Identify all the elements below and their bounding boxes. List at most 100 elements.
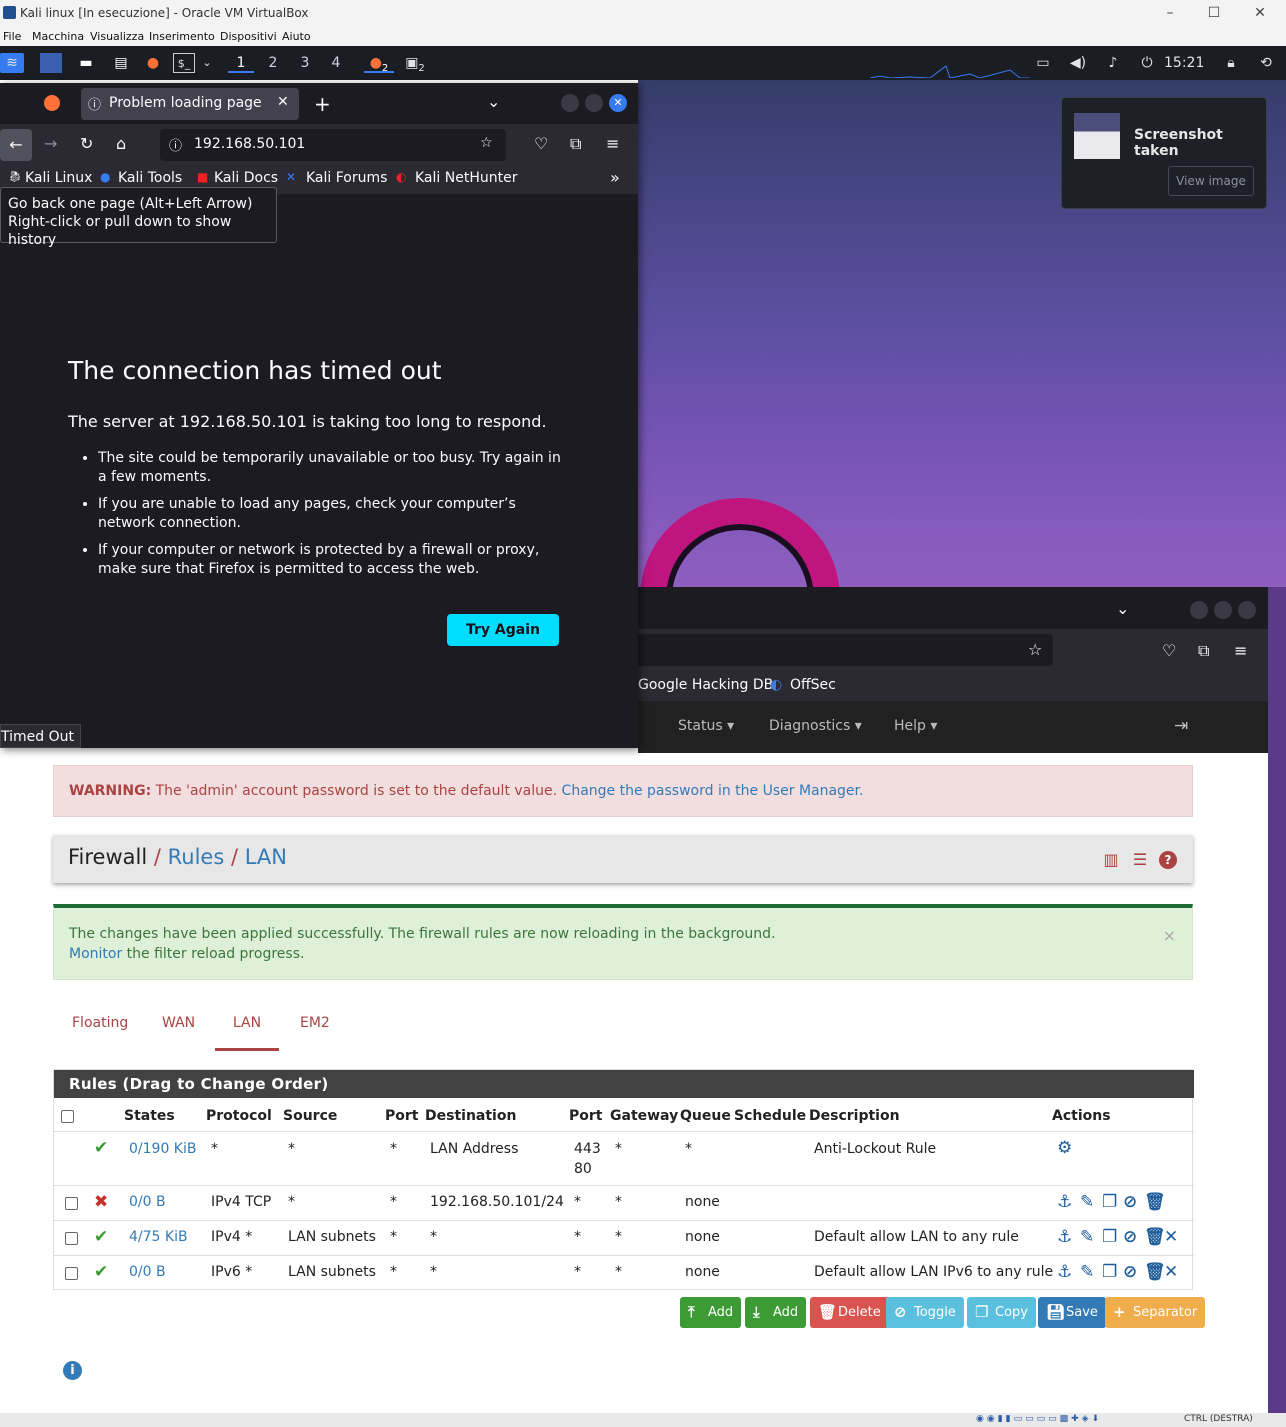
pocket-icon[interactable]: ♡ (534, 134, 548, 153)
taskbar-terminal-icon[interactable]: ▣2 (402, 53, 428, 74)
breadcrumb-lan[interactable]: LAN (245, 845, 287, 869)
clock[interactable]: 15:21 (1164, 53, 1204, 73)
add-top-button[interactable]: ⤒ Add (680, 1297, 742, 1328)
minimize-button[interactable]: – (1150, 2, 1190, 26)
tab-wan[interactable]: WAN (162, 1015, 195, 1031)
tab-floating[interactable]: Floating (72, 1015, 128, 1031)
kali-menu-icon[interactable]: ≋ (0, 53, 24, 73)
row-checkbox[interactable] (65, 1197, 78, 1210)
url-text[interactable]: 192.168.50.101 (194, 136, 305, 152)
delete-x-icon[interactable]: ✕ (1164, 1262, 1178, 1282)
bookmark-kali-tools[interactable]: Kali Tools (118, 170, 182, 186)
tab-problem-loading[interactable]: ⓘ Problem loading page ✕ (81, 88, 299, 120)
maximize-button[interactable]: ☐ (1194, 2, 1234, 26)
dismiss-icon[interactable]: × (1163, 926, 1176, 946)
separator-button[interactable]: + Separator (1105, 1297, 1206, 1328)
copy-icon[interactable]: ❐ (1102, 1227, 1117, 1247)
app-menu-icon[interactable]: ≡ (1234, 641, 1247, 660)
menu-inserimento[interactable]: Inserimento (149, 30, 215, 43)
taskbar-firefox-icon[interactable]: ●2 (364, 53, 394, 74)
breadcrumb-rules[interactable]: Rules (168, 845, 225, 869)
notifications-bell-icon[interactable]: ♪ (1104, 53, 1122, 73)
extensions-icon[interactable]: ⧉ (1198, 641, 1209, 661)
anchor-icon[interactable]: ⚓ (1057, 1262, 1072, 1282)
logout-icon[interactable]: ⇥ (1174, 716, 1188, 736)
copy-icon[interactable]: ❐ (1102, 1192, 1117, 1212)
copy-button[interactable]: ❐ Copy (967, 1297, 1036, 1328)
home-icon[interactable]: ⌂ (116, 134, 126, 153)
menu-file[interactable]: File (3, 30, 21, 43)
edit-pencil-icon[interactable]: ✎ (1080, 1262, 1094, 1282)
reload-icon[interactable]: ↻ (80, 134, 93, 153)
delete-button[interactable]: 🗑︎ Delete (810, 1297, 889, 1328)
toggle-button[interactable]: ⊘ Toggle (886, 1297, 964, 1328)
menu-aiuto[interactable]: Aiuto (282, 30, 311, 43)
add-bottom-button[interactable]: ⤓ Add (745, 1297, 807, 1328)
table-row[interactable]: ✔ 0/0 B IPv6 * LAN subnets * * * * none … (54, 1255, 1194, 1290)
menu-visualizza[interactable]: Visualizza (90, 30, 144, 43)
url-bar[interactable]: ⓘ 192.168.50.101 ☆ (160, 129, 506, 161)
menu-macchina[interactable]: Macchina (32, 30, 84, 43)
save-button[interactable]: 💾︎ Save (1038, 1297, 1106, 1328)
window-close-button[interactable] (1238, 601, 1256, 619)
close-tab-icon[interactable]: ✕ (277, 94, 289, 110)
window-minimize-button[interactable] (561, 94, 579, 112)
pocket-icon[interactable]: ♡ (1162, 641, 1176, 660)
list-all-tabs-icon[interactable]: ⌄ (1116, 599, 1129, 618)
app-menu-icon[interactable]: ≡ (606, 134, 619, 153)
disable-icon[interactable]: ⊘ (1123, 1192, 1137, 1212)
bookmark-star-icon[interactable]: ☆ (1028, 640, 1042, 659)
table-row[interactable]: ✔ 4/75 KiB IPv4 * LAN subnets * * * * no… (54, 1220, 1194, 1255)
chart-icon[interactable]: ▥ (1102, 851, 1120, 869)
edit-pencil-icon[interactable]: ✎ (1080, 1227, 1094, 1247)
terminal-launcher-icon[interactable]: $_ (173, 53, 195, 73)
chevron-down-icon[interactable]: ⌄ (200, 53, 214, 73)
trash-icon[interactable]: 🗑︎ (1144, 1227, 1166, 1247)
gear-icon[interactable]: ⚙ (1057, 1138, 1072, 1158)
firefox-view-icon[interactable] (44, 95, 60, 111)
more-bookmarks-icon[interactable]: » (610, 168, 620, 187)
bookmark-kali-forums[interactable]: Kali Forums (306, 170, 387, 186)
bookmark-kali-linux[interactable]: Kali Linux (25, 170, 92, 186)
info-icon[interactable]: i (63, 1361, 82, 1380)
window-minimize-button[interactable] (1190, 601, 1208, 619)
bookmark-kali-docs[interactable]: Kali Docs (214, 170, 278, 186)
nav-diagnostics[interactable]: Diagnostics ▾ (769, 718, 862, 734)
lock-icon[interactable]: 🔒︎ (1222, 53, 1240, 73)
network-icon[interactable]: ▭ (1034, 53, 1052, 73)
bookmark-kali-nethunter[interactable]: Kali NetHunter (415, 170, 517, 186)
anchor-icon[interactable]: ⚓ (1057, 1192, 1072, 1212)
workspace-4[interactable]: 4 (323, 53, 349, 73)
monitor-link[interactable]: Monitor (69, 946, 122, 962)
change-password-link[interactable]: Change the password in the User Manager. (562, 783, 864, 799)
trash-icon[interactable]: 🗑︎ (1144, 1192, 1166, 1212)
nav-status[interactable]: Status ▾ (678, 718, 734, 734)
row-checkbox[interactable] (65, 1267, 78, 1280)
copy-icon[interactable]: ❐ (1102, 1262, 1117, 1282)
table-row[interactable]: ✔ 0/190 KiB * * * LAN Address 443 80 * *… (54, 1131, 1194, 1185)
forward-button[interactable]: → (44, 134, 57, 153)
log-list-icon[interactable]: ☰ (1131, 851, 1149, 869)
close-button[interactable]: ✕ (1240, 2, 1280, 26)
window-close-button[interactable]: ✕ (609, 94, 627, 112)
volume-icon[interactable]: ◀) (1068, 53, 1088, 73)
rule-states[interactable]: 4/75 KiB (129, 1229, 188, 1245)
new-tab-icon[interactable]: + (314, 92, 331, 116)
try-again-button[interactable]: Try Again (447, 614, 559, 646)
help-icon[interactable]: ? (1159, 851, 1177, 869)
view-image-button[interactable]: View image (1168, 166, 1254, 196)
workspace-1[interactable]: 1 (228, 53, 254, 73)
bookmark-offsec[interactable]: OffSec (790, 677, 836, 693)
text-editor-icon[interactable]: ▤ (110, 53, 132, 73)
delete-x-icon[interactable]: ✕ (1164, 1227, 1178, 1247)
back-button[interactable]: ← (0, 129, 32, 161)
screenshot-thumbnail[interactable] (1074, 113, 1120, 159)
extensions-icon[interactable]: ⧉ (570, 134, 581, 154)
nav-help[interactable]: Help ▾ (894, 718, 937, 734)
url-bar[interactable]: ☆ (638, 634, 1053, 666)
file-manager-icon[interactable]: ▬ (75, 53, 97, 73)
tab-lan[interactable]: LAN (215, 1015, 279, 1051)
row-checkbox[interactable] (65, 1232, 78, 1245)
rule-states[interactable]: 0/0 B (129, 1264, 166, 1280)
logout-icon[interactable]: ⟲ (1256, 53, 1276, 73)
